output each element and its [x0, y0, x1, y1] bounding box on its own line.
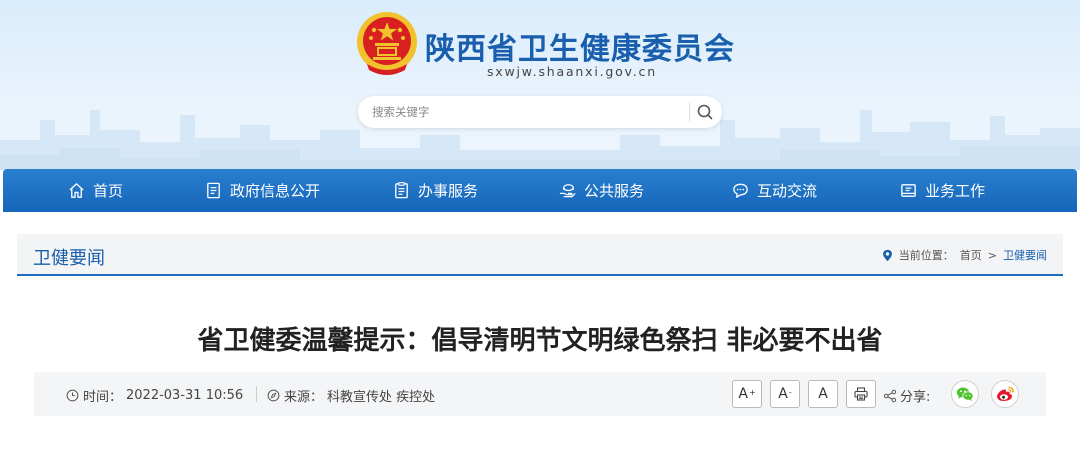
site-title: 陕西省卫生健康委员会: [425, 32, 735, 67]
breadcrumb: 当前位置： 首页 > 卫健要闻: [882, 247, 1047, 263]
breadcrumb-current-link[interactable]: 卫健要闻: [1003, 247, 1047, 263]
search-icon: [697, 104, 713, 120]
section-title: 卫健要闻: [33, 248, 105, 269]
nav-item-gov-info[interactable]: 政府信息公开: [204, 169, 320, 212]
font-small-label: A: [818, 386, 828, 402]
national-emblem-icon: [357, 12, 417, 75]
weibo-icon: [997, 386, 1014, 401]
nav-item-label: 业务工作: [925, 182, 986, 200]
printer-icon: [854, 387, 868, 401]
search-input[interactable]: [372, 100, 672, 124]
briefcase-icon: [901, 184, 916, 197]
nav-item-public-services[interactable]: 公共服务: [558, 169, 644, 212]
nav-item-interaction[interactable]: 互动交流: [731, 169, 817, 212]
breadcrumb-separator: >: [987, 248, 997, 262]
font-size-increase-button[interactable]: A +: [732, 380, 762, 408]
share-icon: [883, 389, 897, 402]
search-button[interactable]: [693, 100, 717, 124]
nav-item-label: 公共服务: [584, 182, 645, 200]
print-button[interactable]: [846, 380, 876, 408]
article-meta-bar: 时间： 2022-03-31 10:56 来源： 科教宣传处 疾控处 A + A-…: [34, 372, 1046, 416]
nav-item-label: 首页: [93, 182, 124, 200]
article-source: 来源： 科教宣传处 疾控处: [267, 386, 435, 405]
article-title: 省卫健委温馨提示：倡导清明节文明绿色祭扫 非必要不出省: [197, 326, 883, 356]
hand-service-icon: [559, 184, 576, 198]
share-label-group: 分享:: [883, 386, 930, 405]
meta-divider: [256, 386, 257, 402]
breadcrumb-prefix: 当前位置：: [898, 249, 954, 262]
share-wechat-button[interactable]: [951, 380, 979, 408]
time-value: 2022-03-31 10:56: [126, 388, 244, 403]
nav-item-services[interactable]: 办事服务: [392, 169, 478, 212]
document-icon: [207, 182, 220, 199]
breadcrumb-home-link[interactable]: 首页: [960, 247, 982, 263]
font-size-decrease-button[interactable]: A-: [770, 380, 800, 408]
font-size-reset-button[interactable]: A: [808, 380, 838, 408]
nav-item-business[interactable]: 业务工作: [899, 169, 985, 212]
clipboard-icon: [395, 182, 408, 199]
nav-item-label: 政府信息公开: [230, 182, 321, 200]
search-divider: [689, 103, 690, 121]
font-medium-label: A: [778, 386, 788, 402]
nav-item-label: 办事服务: [418, 182, 479, 200]
search-box: [358, 96, 722, 128]
site-brand[interactable]: 陕西省卫生健康委员会 sxwjw.shaanxi.gov.cn: [355, 10, 735, 80]
share-label: 分享:: [900, 390, 931, 405]
chat-icon: [733, 183, 748, 198]
site-header: 陕西省卫生健康委员会 sxwjw.shaanxi.gov.cn: [0, 0, 1080, 170]
location-pin-icon: [882, 249, 892, 261]
time-label: 时间：: [83, 390, 123, 405]
nav-item-label: 互动交流: [757, 182, 818, 200]
clock-icon: [66, 389, 79, 402]
source-label: 来源：: [284, 390, 324, 405]
minus-icon: -: [788, 387, 792, 397]
nav-item-home[interactable]: 首页: [67, 169, 123, 212]
section-header: 卫健要闻 当前位置： 首页 > 卫健要闻: [17, 234, 1063, 276]
font-large-label: A: [738, 386, 748, 402]
main-nav: 首页 政府信息公开 办事服务 公共服务 互动交流 业务工作: [3, 169, 1077, 212]
site-domain: sxwjw.shaanxi.gov.cn: [487, 64, 657, 79]
wechat-icon: [956, 387, 974, 401]
share-weibo-button[interactable]: [991, 380, 1019, 408]
compass-icon: [267, 389, 280, 402]
plus-icon: +: [748, 387, 756, 397]
source-value: 科教宣传处 疾控处: [327, 390, 436, 405]
home-icon: [69, 183, 84, 198]
article-time: 时间： 2022-03-31 10:56: [66, 386, 243, 405]
